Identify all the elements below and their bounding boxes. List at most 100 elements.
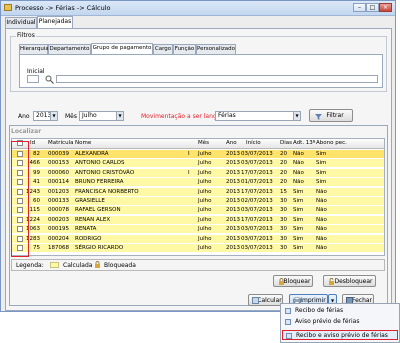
table-row[interactable]: 1063 000195 RENATA Julho 2013 03/07/2013 30 Sim… (12, 225, 384, 235)
cell-adt13: Sim (293, 235, 304, 242)
col-inicio[interactable]: Início (246, 140, 261, 146)
document-icon (285, 319, 291, 325)
cell-adt13: Sim (293, 188, 304, 195)
cell-id: 1063 (26, 226, 40, 233)
filter-tab-cargo[interactable]: Cargo (153, 44, 173, 54)
close-button[interactable]: × (379, 3, 392, 12)
col-mes[interactable]: Mês (198, 140, 209, 146)
col-ano[interactable]: Ano (226, 140, 237, 146)
cell-nome: FRANCISCA NORBERTO (75, 188, 139, 195)
cell-ano: 2013 (226, 179, 240, 186)
cell-id: 1283 (26, 235, 40, 242)
row-checkbox[interactable] (17, 216, 23, 223)
calcular-button[interactable]: Calcular (248, 294, 283, 306)
filter-tab-personalizado[interactable]: Personalizado (196, 44, 236, 54)
col-adt13[interactable]: Adt. 13º (293, 140, 315, 146)
cell-mes: Julho (198, 188, 212, 195)
cell-nome: ALEXANDRA (75, 151, 109, 157)
filter-tab-grupo-pagamento[interactable]: Grupo de pagamento (91, 43, 153, 54)
cell-matricula: 000114 (48, 179, 69, 186)
col-nome[interactable]: Nome (75, 140, 91, 146)
table-row[interactable]: 75 187068 SÉRGIO RICARDO Julho 2013 03/07/201… (12, 244, 384, 253)
bloquear-button[interactable]: Bloquear (273, 275, 313, 287)
cell-mes: Julho (198, 160, 212, 167)
cell-adt13: Não (293, 169, 304, 176)
cell-abono: Não (316, 245, 327, 251)
filter-tab-departamento[interactable]: Departamento (48, 44, 91, 54)
cell-abono: Sim (316, 179, 327, 186)
select-all-checkbox[interactable] (17, 140, 23, 146)
cell-inicio: 03/07/2013 (241, 160, 273, 167)
cell-ano: 2013 (226, 235, 240, 242)
table-row[interactable]: 466 000153 ANTONIO CARLOS Julho 2013 03/07/20… (12, 159, 384, 169)
cell-nome: RAFAEL GERSON (75, 207, 121, 214)
cell-dias: 30 (280, 245, 287, 251)
cell-ano: 2013 (226, 198, 240, 204)
col-abono[interactable]: Abono pec. (316, 140, 347, 146)
cell-dias: 20 (280, 169, 287, 176)
row-checkbox[interactable] (17, 179, 23, 186)
maximize-button[interactable]: □ (366, 3, 379, 12)
cell-dias: 30 (280, 226, 287, 233)
cell-inicio: 03/07/2013 (241, 151, 273, 157)
desbloquear-button[interactable]: Desbloquear (323, 275, 376, 287)
ano-select[interactable]: 2013 ▼ (33, 111, 58, 121)
document-icon (286, 333, 292, 339)
tab-individual[interactable]: Individual (5, 17, 37, 28)
movimentacao-select[interactable]: Férias ▼ (215, 111, 301, 121)
inicial-name-input[interactable] (56, 75, 378, 83)
row-checkbox[interactable] (17, 198, 23, 204)
table-row[interactable]: 60 000133 GRASIELLE Julho 2013 02/07/2013 30 Si… (12, 197, 384, 206)
cell-inicio: 02/07/2013 (241, 198, 273, 204)
row-checkbox[interactable] (17, 207, 23, 214)
ano-label: Ano (18, 113, 30, 120)
cell-adt13: Não (293, 160, 304, 167)
cell-mes: Julho (198, 169, 212, 176)
cell-adt13: Sim (293, 198, 304, 204)
cell-inicio: 03/07/2013 (241, 235, 273, 242)
table-row[interactable]: 1224 000203 RENAN ALEX Julho 2013 17/07/2013 3… (12, 215, 384, 225)
row-checkbox[interactable] (17, 245, 23, 251)
menu-item-recibo-aviso[interactable]: Recibo e aviso prévio de férias (282, 330, 398, 340)
menu-item-aviso-previo[interactable]: Aviso prévio de férias (282, 317, 398, 327)
table-row[interactable]: 1283 000204 RODRIGO Julho 2013 03/07/2013 30 Si… (12, 234, 384, 244)
document-icon (285, 308, 291, 314)
filter-tab-hierarquia[interactable]: Hierarquia (19, 44, 49, 54)
inicial-code-input[interactable] (27, 75, 39, 83)
row-checkbox[interactable] (17, 151, 23, 157)
filtrar-button[interactable]: Filtrar (309, 109, 353, 122)
cell-abono: Não (316, 216, 327, 223)
cell-inicio: 03/07/2013 (241, 226, 273, 233)
col-matricula[interactable]: Matrícula (48, 140, 73, 146)
title-bar: Processo -> Férias -> Cálculo – □ × (1, 1, 395, 16)
cell-nome: ANTONIO CARLOS (75, 160, 125, 167)
row-checkbox[interactable] (17, 235, 23, 242)
cell-mes: Julho (198, 151, 212, 157)
table-row[interactable]: 1243 001203 FRANCISCA NORBERTO Julho 2013 17/… (12, 187, 384, 197)
legend-bar: Legenda: Calculada Bloqueada (11, 259, 385, 271)
chevron-down-icon: ▼ (116, 112, 123, 120)
calculada-label: Calculada (63, 262, 93, 269)
row-checkbox[interactable] (17, 226, 23, 233)
window-title: Processo -> Férias -> Cálculo (15, 4, 111, 12)
row-checkbox[interactable] (17, 169, 23, 176)
menu-item-recibo-ferias[interactable]: Recibo de férias (282, 306, 398, 316)
mes-select[interactable]: Julho ▼ (79, 111, 124, 121)
cell-nome: RENAN ALEX (75, 216, 111, 223)
table-row[interactable]: 82 000039 ALEXANDRA I Julho 2013 03/07/2013 20 N… (12, 150, 384, 159)
col-id[interactable]: Id (30, 140, 35, 146)
table-row[interactable]: 99 000060 ANTONIO CRISTÓVÃO I Julho 2013 17/07… (12, 168, 384, 178)
row-checkbox[interactable] (17, 160, 23, 167)
filter-tab-funcao[interactable]: Função (173, 44, 196, 54)
col-dias[interactable]: Dias (280, 140, 292, 146)
cell-id: 41 (33, 179, 40, 186)
lock-icon (94, 261, 101, 268)
table-header: Id Matrícula Nome Mês Ano Início Dias Ad… (12, 139, 384, 149)
minimize-button[interactable]: – (353, 3, 366, 12)
cell-ano: 2013 (226, 188, 240, 195)
search-icon[interactable] (45, 75, 54, 84)
table-row[interactable]: 115 000078 RAFAEL GERSON Julho 2013 03/07/201… (12, 206, 384, 216)
row-checkbox[interactable] (17, 188, 23, 195)
cell-matricula: 000195 (48, 226, 69, 233)
table-row[interactable]: 41 000114 BRUNO FERREIRA Julho 2013 01/07/201… (12, 178, 384, 188)
